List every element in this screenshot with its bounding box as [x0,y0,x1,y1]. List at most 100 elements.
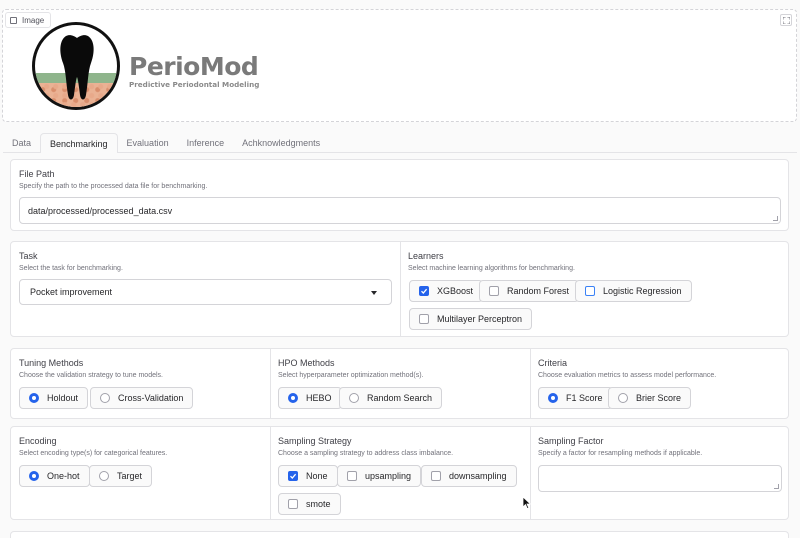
resize-handle[interactable] [774,484,779,489]
checkbox[interactable] [288,499,298,509]
radio[interactable] [100,393,110,403]
hpo-hebo[interactable]: HEBO [278,387,342,409]
learner-logistic-regression[interactable]: Logistic Regression [575,280,692,302]
learner-label: Random Forest [507,286,570,296]
file-path-info: Specify the path to the processed data f… [19,183,208,190]
sampling-factor-input[interactable] [538,465,782,492]
brand-tagline: Predictive Periodontal Modeling [129,80,260,89]
image-label: Image [5,12,52,28]
tooth-icon [60,35,94,100]
methods-panel: Tuning Methods Choose the validation str… [10,348,789,419]
radio-selected[interactable] [29,471,39,481]
encoding-label: Encoding [19,436,57,446]
panel-divider [270,349,271,418]
tab-inference[interactable]: Inference [178,133,234,153]
mouse-cursor-icon [522,496,532,510]
checkbox-checked[interactable] [288,471,298,481]
file-path-panel: File Path Specify the path to the proces… [10,159,789,231]
tab-bar: Data Benchmarking Evaluation Inference A… [3,133,329,153]
fullscreen-button[interactable] [780,14,792,26]
hpo-random-search[interactable]: Random Search [339,387,443,409]
learner-random-forest[interactable]: Random Forest [479,280,580,302]
criteria-brier[interactable]: Brier Score [608,387,692,409]
checkbox[interactable] [419,314,429,324]
check-icon [421,288,428,294]
option-label: Holdout [47,393,79,403]
encoding-info: Select encoding type(s) for categorical … [19,450,168,457]
sampling-label: Sampling Strategy [278,436,352,446]
sampling-upsampling[interactable]: upsampling [337,465,422,487]
radio-selected[interactable] [288,393,298,403]
option-label: downsampling [449,471,507,481]
tab-acknowledgments[interactable]: Achknowledgments [233,133,329,153]
task-learners-panel: Task Select the task for benchmarking. P… [10,241,789,337]
tuning-holdout[interactable]: Holdout [19,387,89,409]
option-label: Random Search [367,393,433,403]
option-label: Brier Score [636,393,682,403]
task-info: Select the task for benchmarking. [19,265,123,272]
file-path-input[interactable]: data/processed/processed_data.csv [19,197,781,224]
image-icon [10,16,17,24]
encoding-target[interactable]: Target [89,465,153,487]
image-block: Image PerioMod Predictive Periodontal Mo… [2,9,797,122]
criteria-f1[interactable]: F1 Score [538,387,613,409]
option-label: smote [306,499,331,509]
checkbox[interactable] [431,471,441,481]
task-dropdown[interactable]: Pocket improvement [19,279,392,305]
learner-label: XGBoost [437,286,474,296]
sampling-factor-label: Sampling Factor [538,436,604,446]
panel-divider [400,242,401,336]
file-path-label: File Path [19,169,55,179]
sampling-none[interactable]: None [278,465,338,487]
tab-benchmarking[interactable]: Benchmarking [40,133,118,153]
option-label: HEBO [306,393,332,403]
criteria-info: Choose evaluation metrics to assess mode… [538,372,717,379]
encoding-sampling-panel: Encoding Select encoding type(s) for cat… [10,426,789,520]
option-label: F1 Score [566,393,603,403]
tuning-info: Choose the validation strategy to tune m… [19,372,163,379]
chevron-down-icon [371,291,377,295]
radio[interactable] [618,393,628,403]
checkbox[interactable] [347,471,357,481]
option-label: upsampling [365,471,412,481]
sampling-info: Choose a sampling strategy to address cl… [278,450,454,457]
checkbox-checked[interactable] [419,286,429,296]
tab-data[interactable]: Data [3,133,40,153]
task-selected: Pocket improvement [30,287,113,297]
learner-mlp[interactable]: Multilayer Perceptron [409,308,533,330]
panel-divider [530,349,531,418]
learner-label: Multilayer Perceptron [437,314,523,324]
encoding-one-hot[interactable]: One-hot [19,465,90,487]
learner-label: Logistic Regression [603,286,682,296]
tuning-cross-validation[interactable]: Cross-Validation [90,387,194,409]
option-label: One-hot [47,471,80,481]
learners-info: Select machine learning algorithms for b… [408,265,575,272]
learner-xgboost[interactable]: XGBoost [409,280,484,302]
panel-divider [270,427,271,519]
learners-label: Learners [408,251,444,261]
brand-name: PerioMod [129,52,259,81]
tuning-label: Tuning Methods [19,358,84,368]
hpo-label: HPO Methods [278,358,335,368]
logo-emblem [32,22,120,110]
next-panel [10,531,789,538]
radio-selected[interactable] [29,393,39,403]
image-label-text: Image [22,15,45,25]
option-label: Target [117,471,143,481]
sampling-smote[interactable]: smote [278,493,341,515]
file-path-value: data/processed/processed_data.csv [28,205,173,216]
radio[interactable] [99,471,109,481]
checkbox[interactable] [585,286,595,296]
resize-handle[interactable] [773,216,778,221]
check-icon [290,473,297,479]
sampling-downsampling[interactable]: downsampling [421,465,517,487]
radio[interactable] [349,393,359,403]
radio-selected[interactable] [548,393,558,403]
checkbox[interactable] [489,286,499,296]
expand-icon [782,16,790,24]
tab-evaluation[interactable]: Evaluation [118,133,178,153]
criteria-label: Criteria [538,358,568,368]
option-label: None [306,471,328,481]
hpo-info: Select hyperparameter optimization metho… [278,372,424,379]
option-label: Cross-Validation [118,393,184,403]
